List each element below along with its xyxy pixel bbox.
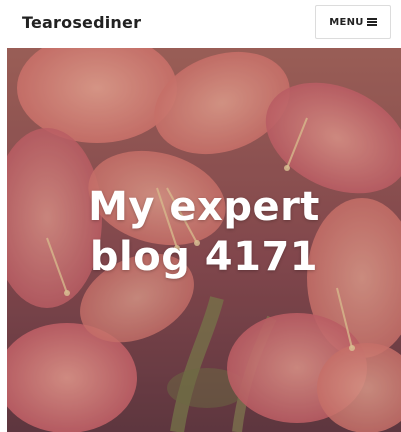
- hero-title-line-2: blog 4171: [89, 234, 319, 280]
- hamburger-icon: [366, 18, 377, 26]
- menu-button-label: MENU: [329, 16, 364, 28]
- menu-button[interactable]: MENU: [315, 5, 391, 39]
- site-title-link[interactable]: Tearosediner: [22, 13, 141, 32]
- site-header: Tearosediner MENU: [0, 0, 401, 48]
- hero-title: My expert blog 4171: [7, 182, 401, 282]
- hero-banner: My expert blog 4171: [7, 48, 401, 432]
- hero-title-line-1: My expert: [88, 184, 320, 230]
